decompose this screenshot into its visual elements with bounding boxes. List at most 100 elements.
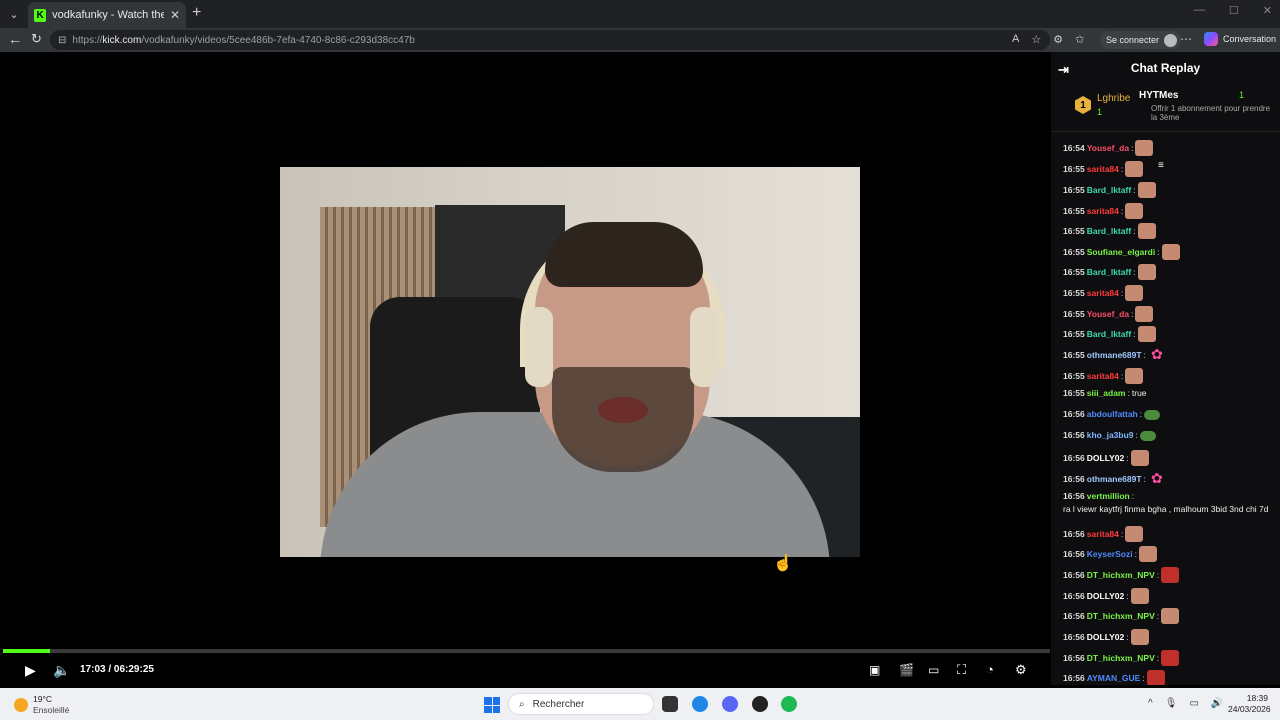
edge-browser-icon[interactable] — [692, 696, 708, 712]
weather-sun-icon[interactable] — [14, 698, 28, 712]
message-username[interactable]: AYMAN_GUE — [1087, 673, 1141, 684]
play-icon[interactable]: ▶ — [25, 663, 36, 677]
chat-message: 16:55 siii_adam: true — [1063, 388, 1147, 399]
seek-bar-progress — [3, 649, 51, 653]
windows-start-icon[interactable] — [484, 697, 500, 713]
speaker-icon[interactable]: 🔊 — [1211, 698, 1223, 709]
system-clock[interactable]: 18:39 24/03/2026 — [1228, 693, 1271, 715]
emote-icon — [1161, 650, 1180, 666]
emote-icon — [1125, 285, 1144, 301]
kick-favicon-icon: K — [34, 8, 47, 22]
message-username[interactable]: Bard_lktaff — [1087, 329, 1131, 340]
spotify-icon[interactable] — [781, 696, 797, 712]
reload-icon[interactable]: ↻ — [31, 31, 42, 47]
message-username[interactable]: sarita84 — [1087, 371, 1119, 382]
volume-icon[interactable]: 🔈 — [53, 663, 70, 677]
browser-toolbar: ← ↻ ⊟ https://kick.com/vodkafunky/videos… — [0, 28, 1280, 52]
window-controls: — ☐ ✕ — [1194, 4, 1272, 17]
address-bar[interactable]: ⊟ https://kick.com/vodkafunky/videos/5ce… — [50, 30, 1050, 50]
chat-message: 16:55 sarita84: — [1063, 368, 1275, 384]
favorite-star-icon[interactable]: ☆ — [1031, 33, 1041, 46]
chat-message-list[interactable]: 16:54 Yousef_da:16:55 sarita84:16:55 Bard_l… — [1051, 134, 1280, 685]
theater-mode-icon[interactable]: ▭ — [928, 663, 939, 677]
file-explorer-icon[interactable] — [662, 696, 678, 712]
message-username[interactable]: KeyserSozi — [1087, 549, 1133, 560]
message-username[interactable]: sarita84 — [1087, 206, 1119, 217]
extensions-icon[interactable]: ⚙ — [1053, 33, 1063, 46]
message-time: 16:55 — [1063, 266, 1085, 277]
message-username[interactable]: Soufiane_elgardi — [1087, 247, 1156, 258]
chat-message: 16:56 vertmillion: ra l viewr kaytfrj finm… — [1063, 491, 1269, 514]
playback-speed-icon[interactable]: ◔ — [986, 663, 994, 677]
discord-icon[interactable] — [722, 696, 738, 712]
message-time: 16:55 — [1063, 349, 1085, 360]
sub-gift-description: Offrir 1 abonnement pour prendre la 3ème — [1151, 104, 1271, 122]
chat-message: 16:56 DOLLY02: — [1063, 588, 1275, 604]
browser-tab-kick[interactable]: K vodkafunky - Watch the VOD on K ✕ — [28, 2, 186, 28]
tab-close-icon[interactable]: ✕ — [170, 8, 180, 22]
message-username[interactable]: vertmillion — [1087, 491, 1130, 502]
message-username[interactable]: siii_adam — [1087, 388, 1126, 399]
message-username[interactable]: othmane689T — [1087, 474, 1142, 485]
pinned-gift-banner[interactable]: 1 Lghribe 1 HYTMes 1 Offrir 1 abonnement… — [1051, 86, 1280, 171]
message-username[interactable]: Bard_lktaff — [1087, 185, 1131, 196]
message-username[interactable]: Bard_lktaff — [1087, 226, 1131, 237]
message-username[interactable]: Yousef_da — [1087, 309, 1129, 320]
fullscreen-icon[interactable]: ⛶ — [957, 663, 966, 677]
favorites-icon[interactable]: ✩ — [1075, 33, 1084, 46]
copilot-button[interactable]: Conversation — [1204, 32, 1276, 46]
message-username[interactable]: sarita84 — [1087, 288, 1119, 299]
settings-gear-icon[interactable]: ⚙ — [1015, 663, 1027, 677]
message-time: 16:55 — [1063, 308, 1085, 319]
signin-button[interactable]: Se connecter — [1100, 31, 1182, 49]
close-window-icon[interactable]: ✕ — [1263, 4, 1272, 17]
video-player[interactable]: ☝ ▶ 🔈 17:03 / 06:29:25 ▣ 🎬 ▭ ⛶ ◔ ⚙ — [3, 55, 1050, 685]
more-menu-icon[interactable]: ⋯ — [1180, 32, 1192, 46]
seek-bar[interactable] — [3, 649, 1050, 653]
message-username[interactable]: Yousef_da — [1087, 143, 1129, 154]
video-frame[interactable] — [280, 167, 860, 557]
message-username[interactable]: othmane689T — [1087, 350, 1142, 361]
taskbar-search[interactable]: ⌕ Rechercher — [508, 693, 654, 715]
message-username[interactable]: DT_hichxm_NPV — [1087, 570, 1155, 581]
message-time: 16:56 — [1063, 610, 1085, 621]
chat-message: 16:56 sarita84: — [1063, 526, 1275, 542]
chat-header: ⇥ Chat Replay — [1051, 52, 1280, 84]
tab-title: vodkafunky - Watch the VOD on K — [52, 9, 164, 21]
message-username[interactable]: kho_ja3bu9 — [1087, 430, 1134, 441]
mouse-pointer-icon: ☝ — [773, 555, 793, 572]
message-time: 16:55 — [1063, 225, 1085, 236]
message-username[interactable]: DOLLY02 — [1087, 453, 1124, 464]
chat-message: 16:56 othmane689T: ✿ — [1063, 471, 1275, 487]
tray-chevron-icon[interactable]: ^ — [1148, 698, 1153, 709]
message-username[interactable]: sarita84 — [1087, 529, 1119, 540]
minimize-icon[interactable]: — — [1194, 4, 1205, 17]
profile-avatar-icon — [1164, 33, 1178, 47]
message-username[interactable]: DOLLY02 — [1087, 591, 1124, 602]
message-username[interactable]: DT_hichxm_NPV — [1087, 653, 1155, 664]
clip-icon[interactable]: 🎬 — [899, 663, 914, 677]
emote-icon — [1161, 244, 1180, 260]
read-aloud-icon[interactable]: A — [1012, 33, 1019, 46]
taskbar: 19°C Ensoleillé ⌕ Rechercher ^ 🎙 ▭ 🔊 18:… — [0, 688, 1280, 720]
chat-message: 16:56 DT_hichxm_NPV: — [1063, 650, 1275, 666]
maximize-icon[interactable]: ☐ — [1229, 4, 1239, 17]
site-info-icon[interactable]: ⊟ — [58, 35, 66, 46]
message-username[interactable]: sarita84 — [1087, 164, 1119, 175]
miniplayer-icon[interactable]: ▣ — [869, 663, 880, 677]
message-username[interactable]: Bard_lktaff — [1087, 267, 1131, 278]
message-username[interactable]: abdoulfattah — [1087, 409, 1138, 420]
new-tab-plus-icon[interactable]: + — [192, 4, 201, 22]
collapse-chat-icon[interactable]: ⇥ — [1058, 62, 1069, 78]
message-username[interactable]: DOLLY02 — [1087, 632, 1124, 643]
back-arrow-icon[interactable]: ← — [8, 31, 22, 47]
network-icon[interactable]: ▭ — [1189, 698, 1198, 709]
microphone-icon[interactable]: 🎙 — [1165, 698, 1178, 709]
app-icon[interactable] — [752, 696, 768, 712]
message-time: 16:56 — [1063, 548, 1085, 559]
chat-message: 16:54 Yousef_da: — [1063, 140, 1275, 156]
tab-list-chevron-icon[interactable]: ⌄ — [4, 4, 24, 24]
message-text: true — [1131, 388, 1147, 398]
message-username[interactable]: DT_hichxm_NPV — [1087, 611, 1155, 622]
emote-icon — [1130, 450, 1149, 466]
